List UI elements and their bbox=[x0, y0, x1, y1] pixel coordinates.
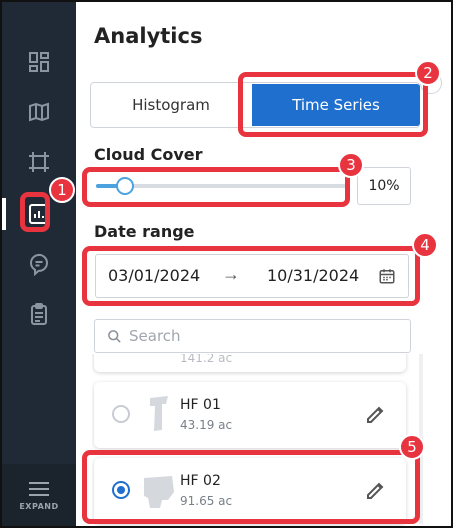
page-title: Analytics bbox=[94, 24, 203, 48]
step-4-badge: 4 bbox=[412, 232, 438, 258]
step-1-highlight bbox=[20, 192, 50, 232]
list-item-hf-01[interactable]: HF 01 43.19 ac bbox=[94, 382, 406, 448]
cloud-cover-value[interactable]: 10% bbox=[357, 167, 411, 205]
map-icon bbox=[29, 102, 49, 122]
step-5-badge: 5 bbox=[399, 434, 425, 460]
sidebar-item-clipboard[interactable] bbox=[2, 294, 76, 334]
expand-label: EXPAND bbox=[19, 502, 59, 511]
dashboard-icon bbox=[29, 52, 49, 72]
field-radio[interactable] bbox=[112, 405, 130, 423]
step-1-badge: 1 bbox=[49, 177, 75, 203]
active-indicator bbox=[2, 198, 6, 230]
search-field[interactable] bbox=[94, 319, 411, 353]
step-4-highlight bbox=[82, 246, 420, 306]
field-name: HF 01 bbox=[180, 397, 221, 413]
cloud-cover-label: Cloud Cover bbox=[94, 145, 203, 164]
clipboard-icon bbox=[31, 303, 47, 325]
field-area: 43.19 ac bbox=[180, 418, 233, 432]
step-2-badge: 2 bbox=[415, 60, 441, 86]
field-area: 141.2 ac bbox=[180, 354, 233, 365]
chat-icon bbox=[29, 253, 48, 276]
sidebar-item-chat[interactable] bbox=[2, 244, 76, 284]
crop-icon bbox=[29, 152, 49, 172]
search-icon bbox=[108, 330, 121, 343]
sidebar-item-crop[interactable] bbox=[2, 142, 76, 182]
step-3-highlight bbox=[82, 167, 350, 207]
field-shape-icon bbox=[150, 396, 168, 431]
search-input[interactable] bbox=[129, 322, 399, 350]
edit-icon[interactable] bbox=[364, 402, 388, 426]
date-range-label: Date range bbox=[94, 222, 195, 241]
step-5-highlight bbox=[82, 450, 420, 524]
list-item[interactable]: 141.2 ac bbox=[94, 354, 406, 372]
app-frame: EXPAND Analytics Histogram Time Series C… bbox=[0, 0, 453, 528]
tab-histogram[interactable]: Histogram bbox=[91, 83, 251, 127]
menu-icon bbox=[29, 482, 49, 496]
step-3-badge: 3 bbox=[338, 152, 364, 178]
sidebar-item-dashboard[interactable] bbox=[2, 42, 76, 82]
sidebar-item-map[interactable] bbox=[2, 92, 76, 132]
sidebar: EXPAND bbox=[2, 2, 76, 526]
expand-button[interactable]: EXPAND bbox=[2, 464, 76, 526]
step-2-highlight bbox=[238, 72, 428, 137]
